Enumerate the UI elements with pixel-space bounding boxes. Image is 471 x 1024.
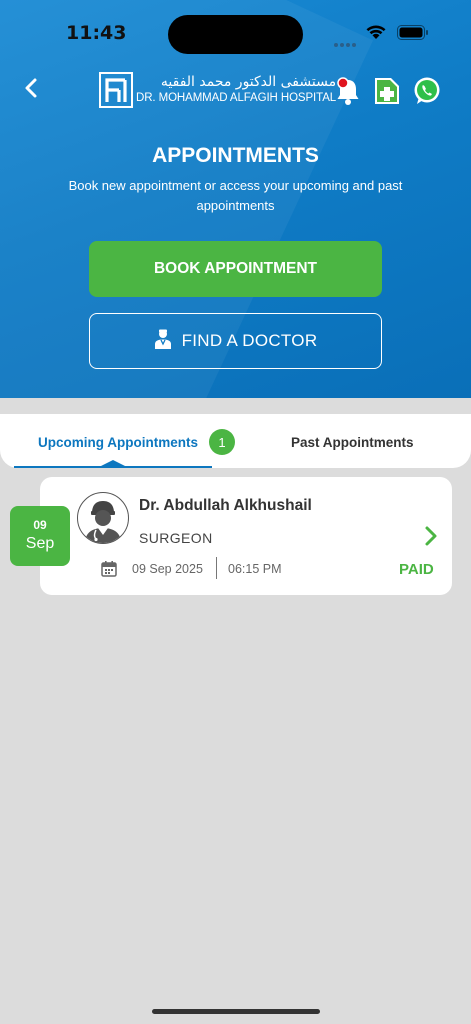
tab-past[interactable]: Past Appointments <box>291 435 414 450</box>
doctor-specialty: SURGEON <box>139 530 213 546</box>
date-badge-day: 09 <box>33 518 47 532</box>
logo-mark <box>99 72 133 108</box>
hospital-logo: مستشفى الدكتور محمد الفقيه DR. MOHAMMAD … <box>99 72 336 108</box>
tab-upcoming[interactable]: Upcoming Appointments <box>38 435 198 450</box>
logo-arabic-text: مستشفى الدكتور محمد الفقيه <box>160 74 337 90</box>
appointments-tabs: Upcoming Appointments 1 Past Appointment… <box>0 414 471 468</box>
signal-dots-icon <box>333 33 357 52</box>
chevron-right-icon[interactable] <box>422 525 440 551</box>
whatsapp-icon[interactable] <box>412 76 442 110</box>
bell-icon[interactable] <box>334 76 362 110</box>
calendar-icon <box>101 560 117 581</box>
page-subtitle: Book new appointment or access your upco… <box>68 178 403 213</box>
dynamic-island <box>168 15 303 54</box>
book-appointment-label: BOOK APPOINTMENT <box>153 260 318 277</box>
wifi-icon <box>365 24 387 44</box>
book-appointment-button[interactable]: BOOK APPOINTMENT <box>89 241 382 297</box>
medical-record-icon[interactable] <box>372 76 402 110</box>
doctor-icon <box>154 329 172 354</box>
appointment-date: 09 Sep 2025 <box>132 562 203 576</box>
page-title: APPOINTMENTS <box>152 144 319 167</box>
payment-status: PAID <box>399 561 434 578</box>
home-indicator <box>152 1009 320 1014</box>
active-tab-underline <box>14 466 212 468</box>
date-badge-month: Sep <box>25 535 55 552</box>
find-doctor-label: FIND A DOCTOR <box>181 331 318 350</box>
status-time: 11:43 <box>66 22 127 44</box>
doctor-avatar <box>77 492 129 544</box>
find-doctor-button[interactable]: FIND A DOCTOR <box>89 313 382 369</box>
appointment-date-badge: 09 Sep <box>10 506 70 566</box>
battery-icon <box>397 24 429 44</box>
back-button[interactable] <box>18 74 46 102</box>
chevron-left-icon <box>18 78 46 106</box>
logo-english-text: DR. MOHAMMAD ALFAGIH HOSPITAL <box>136 92 337 104</box>
appointment-time: 06:15 PM <box>228 562 282 576</box>
doctor-name: Dr. Abdullah Alkhushail <box>139 497 312 514</box>
date-time-divider <box>216 557 217 579</box>
upcoming-count-badge: 1 <box>209 429 235 455</box>
